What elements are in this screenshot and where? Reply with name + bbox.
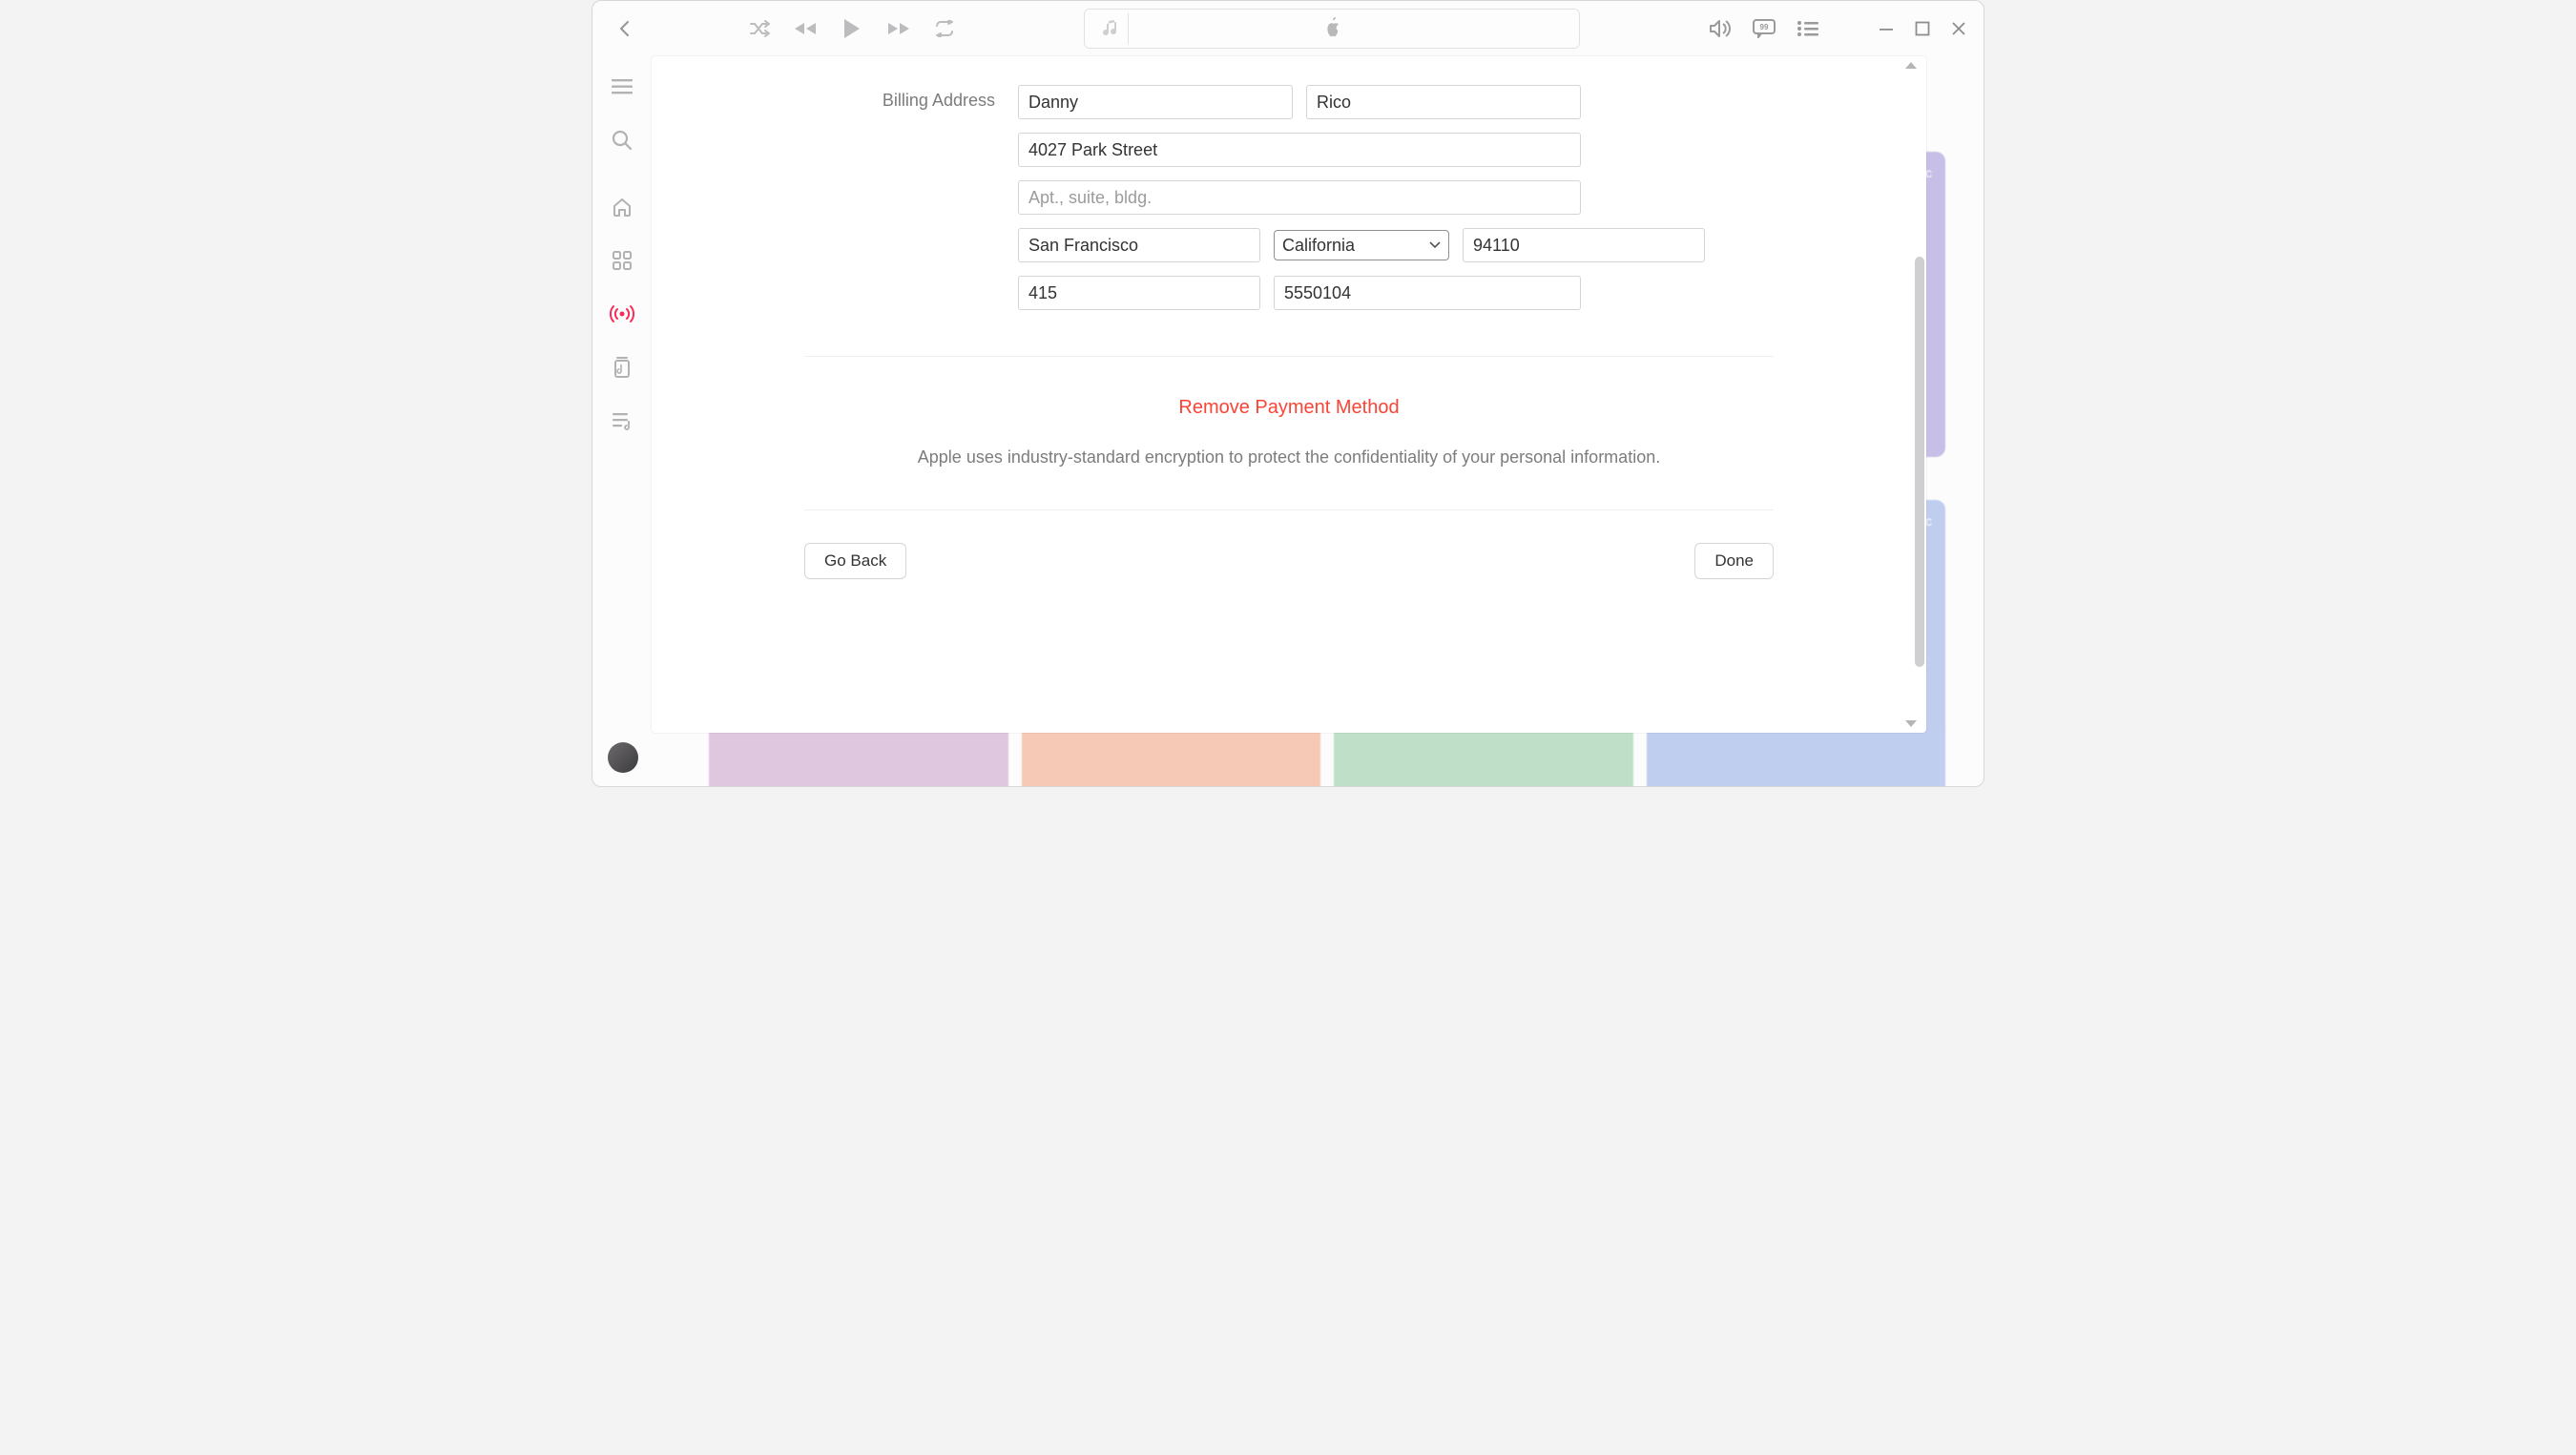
repeat-icon[interactable] bbox=[934, 20, 955, 37]
street-input[interactable] bbox=[1018, 133, 1581, 167]
divider bbox=[804, 356, 1774, 357]
now-playing-box bbox=[1084, 9, 1580, 49]
encryption-note: Apple uses industry-standard encryption … bbox=[804, 430, 1774, 485]
play-icon[interactable] bbox=[842, 18, 862, 39]
divider bbox=[804, 509, 1774, 510]
sidebar-browse-icon[interactable] bbox=[609, 247, 635, 274]
sidebar bbox=[592, 56, 652, 786]
city-input[interactable] bbox=[1018, 228, 1260, 262]
sidebar-playlist-icon[interactable] bbox=[609, 407, 635, 434]
sidebar-menu-icon[interactable] bbox=[609, 73, 635, 100]
queue-icon[interactable] bbox=[1797, 20, 1819, 37]
state-value: California bbox=[1282, 236, 1355, 256]
shuffle-icon[interactable] bbox=[749, 20, 770, 37]
state-select[interactable]: California bbox=[1274, 230, 1449, 260]
sidebar-library-icon[interactable] bbox=[609, 354, 635, 381]
apt-input[interactable] bbox=[1018, 180, 1581, 215]
titlebar: 99 bbox=[592, 1, 1984, 56]
first-name-input[interactable] bbox=[1018, 85, 1293, 119]
apple-logo-icon bbox=[1321, 16, 1342, 41]
phone-area-input[interactable] bbox=[1018, 276, 1260, 310]
back-icon[interactable] bbox=[613, 17, 636, 40]
music-note-icon bbox=[1094, 13, 1129, 44]
maximize-icon[interactable] bbox=[1915, 21, 1930, 36]
go-back-button[interactable]: Go Back bbox=[804, 543, 906, 579]
remove-payment-link[interactable]: Remove Payment Method bbox=[804, 385, 1774, 430]
sidebar-search-icon[interactable] bbox=[609, 127, 635, 154]
chevron-down-icon bbox=[1429, 239, 1441, 252]
svg-text:99: 99 bbox=[1760, 23, 1769, 31]
close-icon[interactable] bbox=[1951, 21, 1966, 36]
billing-address-label: Billing Address bbox=[804, 85, 995, 111]
zip-input[interactable] bbox=[1463, 228, 1705, 262]
phone-number-input[interactable] bbox=[1274, 276, 1581, 310]
sidebar-home-icon[interactable] bbox=[609, 194, 635, 220]
minimize-icon[interactable] bbox=[1879, 21, 1894, 36]
last-name-input[interactable] bbox=[1306, 85, 1581, 119]
prev-track-icon[interactable] bbox=[795, 21, 818, 36]
payment-modal: Billing Address Califo bbox=[652, 56, 1926, 733]
avatar[interactable] bbox=[608, 742, 638, 773]
sidebar-radio-icon[interactable] bbox=[609, 301, 635, 327]
next-track-icon[interactable] bbox=[886, 21, 909, 36]
volume-icon[interactable] bbox=[1709, 19, 1732, 38]
lyrics-icon[interactable]: 99 bbox=[1753, 19, 1776, 38]
done-button[interactable]: Done bbox=[1694, 543, 1774, 579]
